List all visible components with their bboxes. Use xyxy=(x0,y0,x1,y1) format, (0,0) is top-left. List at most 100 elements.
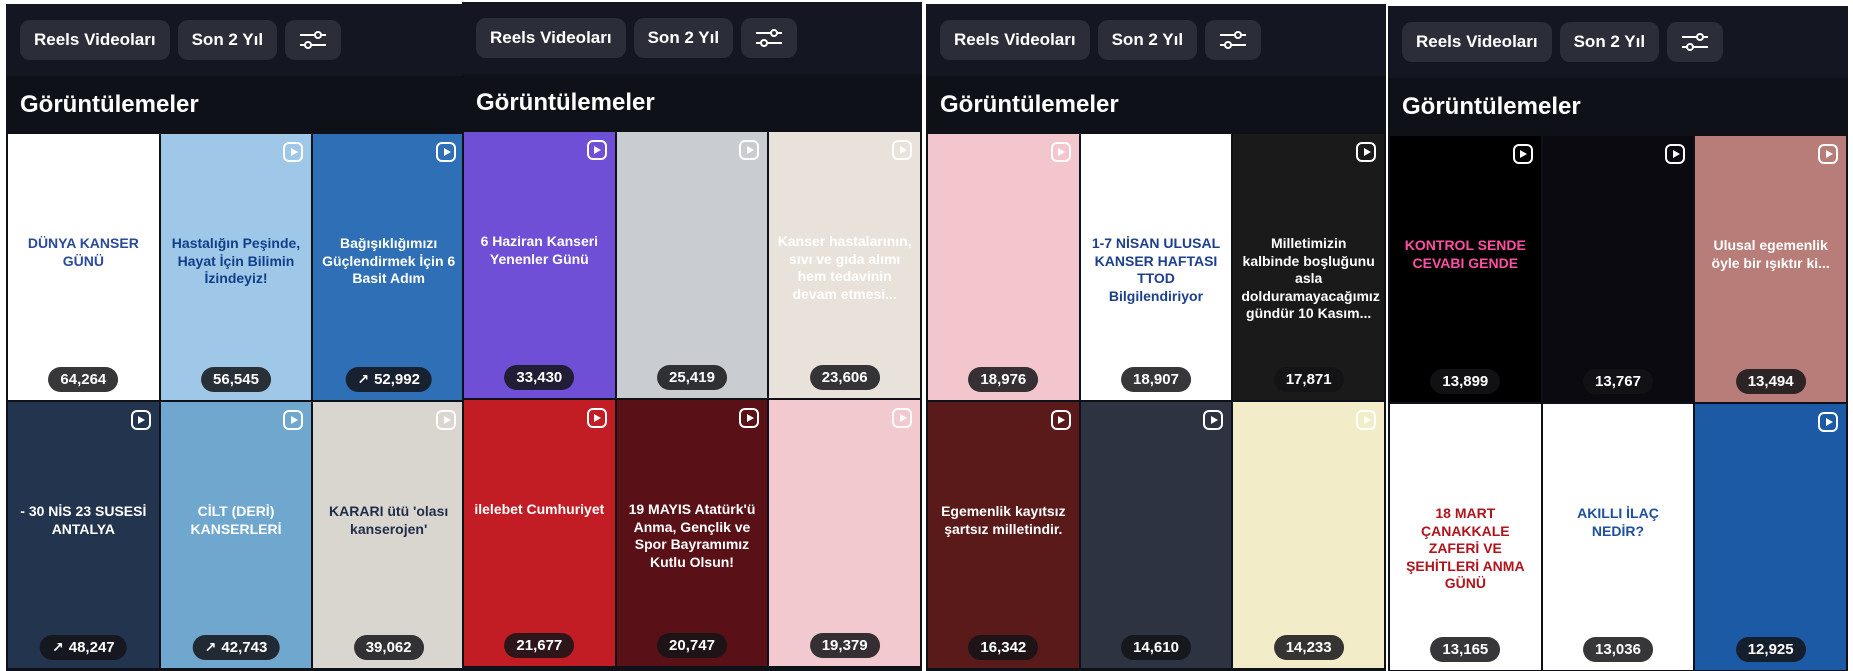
view-count-badge: 64,264 xyxy=(48,367,119,392)
view-count-badge: 13,036 xyxy=(1583,637,1653,662)
view-count-badge: 33,430 xyxy=(504,365,575,390)
thumbnail-caption: Hastalığın Peşinde, Hayat İçin Bilimin İ… xyxy=(171,235,301,287)
reels-icon xyxy=(892,140,912,160)
reel-thumbnail[interactable]: Ulusal egemenlik öyle bir ışıktır ki... 1… xyxy=(1695,136,1846,402)
content-type-filter-button[interactable]: Reels Videoları xyxy=(476,18,626,58)
reel-thumbnail[interactable]: 19,379 xyxy=(769,400,920,666)
content-type-filter-button[interactable]: Reels Videoları xyxy=(1402,22,1552,62)
view-count-badge: 20,747 xyxy=(657,633,727,658)
view-count: 19,379 xyxy=(821,637,868,654)
reel-thumbnail[interactable]: AKILLI İLAÇ NEDİR? 13,036 xyxy=(1542,404,1694,670)
view-count: 18,976 xyxy=(980,371,1027,388)
reel-thumbnail[interactable]: DÜNYA KANSER GÜNÜ 64,264 xyxy=(8,134,159,400)
reels-icon xyxy=(1512,412,1533,432)
reel-thumbnail[interactable]: 6 Haziran Kanseri Yenenler Günü 33,430 xyxy=(464,132,615,398)
view-count-badge: 23,606 xyxy=(809,365,880,390)
reels-icon xyxy=(1356,142,1376,162)
view-count-badge: ↗ 42,743 xyxy=(192,635,280,660)
thumbnail-caption: DÜNYA KANSER GÜNÜ xyxy=(27,235,139,269)
filter-settings-button[interactable] xyxy=(1667,22,1724,62)
view-count: 13,036 xyxy=(1595,641,1641,658)
reels-icon xyxy=(1356,410,1376,430)
filter-settings-button[interactable] xyxy=(1205,20,1262,60)
view-count: 39,062 xyxy=(365,639,412,656)
sliders-icon xyxy=(1682,32,1709,52)
reel-thumbnail[interactable]: Kanser hastalarının, sıvı ve gıda alımı … xyxy=(769,132,920,398)
reel-thumbnail[interactable]: 18,976 xyxy=(928,134,1079,400)
reel-thumbnail[interactable]: Hastalığın Peşinde, Hayat İçin Bilimin İ… xyxy=(160,134,312,400)
view-count: 17,871 xyxy=(1285,371,1332,388)
reel-thumbnail[interactable]: 1-7 NİSAN ULUSAL KANSER HAFTASI TTOD Bil… xyxy=(1080,134,1232,400)
sliders-icon xyxy=(756,28,783,48)
view-count-badge: ↗ 48,247 xyxy=(40,635,127,660)
insights-panel: Reels Videoları Son 2 Yıl Görüntülemeler 18… xyxy=(926,4,1386,671)
reel-thumbnail[interactable]: 12,925 xyxy=(1695,404,1846,670)
reels-icon xyxy=(1050,410,1071,430)
view-count-badge: 18,907 xyxy=(1121,367,1191,392)
reels-grid: DÜNYA KANSER GÜNÜ 64,264 Hastalığın Peşind… xyxy=(6,134,466,668)
reels-icon xyxy=(1512,144,1533,164)
reel-thumbnail[interactable]: ilelebet Cumhuriyet 21,677 xyxy=(464,400,615,666)
reels-icon xyxy=(130,410,151,430)
view-count-badge: 25,419 xyxy=(657,365,727,390)
time-period-filter-button[interactable]: Son 2 Yıl xyxy=(633,18,734,58)
reel-thumbnail[interactable]: KONTROL SENDE CEVABI GENDE 13,899 xyxy=(1390,136,1541,402)
thumbnail-caption: KARARI ütü 'olası kanserojen' xyxy=(329,503,449,537)
thumbnail-caption: Kanser hastalarının, sıvı ve gıda alımı … xyxy=(777,233,912,302)
trending-up-icon: ↗ xyxy=(357,371,370,387)
view-count-badge: 18,976 xyxy=(968,367,1039,392)
view-count-badge: 13,899 xyxy=(1430,369,1501,394)
view-count: 13,165 xyxy=(1442,641,1489,658)
time-period-filter-button[interactable]: Son 2 Yıl xyxy=(177,20,278,60)
reel-thumbnail[interactable]: 13,767 xyxy=(1542,136,1694,402)
time-period-filter-button[interactable]: Son 2 Yıl xyxy=(1097,20,1198,60)
reels-icon xyxy=(1818,144,1838,164)
reels-grid: KONTROL SENDE CEVABI GENDE 13,899 13,767 Ul… xyxy=(1388,136,1848,670)
time-period-filter-button[interactable]: Son 2 Yıl xyxy=(1559,22,1660,62)
view-count-badge: 17,871 xyxy=(1273,367,1344,392)
filter-bar: Reels Videoları Son 2 Yıl xyxy=(1388,6,1848,78)
reels-icon xyxy=(283,410,304,430)
view-count-badge: ↗ 52,992 xyxy=(345,367,432,392)
reels-icon xyxy=(739,140,760,160)
content-type-filter-button[interactable]: Reels Videoları xyxy=(940,20,1090,60)
reels-grid: 6 Haziran Kanseri Yenenler Günü 33,430 25,… xyxy=(462,132,922,666)
view-count: 33,430 xyxy=(516,369,563,386)
reel-thumbnail[interactable]: 14,233 xyxy=(1233,402,1384,668)
reel-thumbnail[interactable]: Bağışıklığımızı Güçlendirmek İçin 6 Basi… xyxy=(313,134,464,400)
insights-panel: Reels Videoları Son 2 Yıl Görüntülemeler KO… xyxy=(1388,6,1848,671)
trending-up-icon: ↗ xyxy=(52,639,64,655)
reels-icon xyxy=(739,408,760,428)
filter-settings-button[interactable] xyxy=(285,20,342,60)
content-type-filter-button[interactable]: Reels Videoları xyxy=(20,20,170,60)
filter-settings-button[interactable] xyxy=(741,18,798,58)
view-count-badge: 56,545 xyxy=(201,367,271,392)
reel-thumbnail[interactable]: KARARI ütü 'olası kanserojen' 39,062 xyxy=(313,402,464,668)
view-count: 42,743 xyxy=(221,639,268,656)
section-title: Görüntülemeler xyxy=(476,89,655,116)
reel-thumbnail[interactable]: - 30 NİS 23 SUSESİ ANTALYA ↗ 48,247 xyxy=(8,402,159,668)
view-count: 20,747 xyxy=(669,637,715,654)
reels-icon xyxy=(892,408,912,428)
view-count: 25,419 xyxy=(669,369,715,386)
sliders-icon xyxy=(300,30,327,50)
view-count: 14,233 xyxy=(1285,639,1332,656)
insights-panel: Reels Videoları Son 2 Yıl Görüntülemeler 6 … xyxy=(462,2,922,671)
view-count-badge: 13,165 xyxy=(1430,637,1501,662)
reels-icon xyxy=(1665,144,1686,164)
view-count-badge: 16,342 xyxy=(968,635,1039,660)
thumbnail-caption: 6 Haziran Kanseri Yenenler Günü xyxy=(480,233,599,267)
view-count: 23,606 xyxy=(821,369,868,386)
reel-thumbnail[interactable]: CİLT (DERİ) KANSERLERİ ↗ 42,743 xyxy=(160,402,312,668)
reels-icon xyxy=(586,408,607,428)
reel-thumbnail[interactable]: 25,419 xyxy=(616,132,768,398)
reel-thumbnail[interactable]: 14,610 xyxy=(1080,402,1232,668)
reel-thumbnail[interactable]: 18 MART ÇANAKKALE ZAFERİ VE ŞEHİTLERİ AN… xyxy=(1390,404,1541,670)
filter-bar: Reels Videoları Son 2 Yıl xyxy=(926,4,1386,76)
view-count: 13,494 xyxy=(1747,373,1794,390)
reel-thumbnail[interactable]: Egemenlik kayıtsız şartsız milletindir. 1… xyxy=(928,402,1079,668)
reel-thumbnail[interactable]: 19 MAYIS Atatürk'ü Anma, Gençlik ve Spor… xyxy=(616,400,768,666)
reels-icon xyxy=(130,142,151,162)
reel-thumbnail[interactable]: Milletimizin kalbinde boşluğunu asla dol… xyxy=(1233,134,1384,400)
section-title: Görüntülemeler xyxy=(20,91,199,118)
